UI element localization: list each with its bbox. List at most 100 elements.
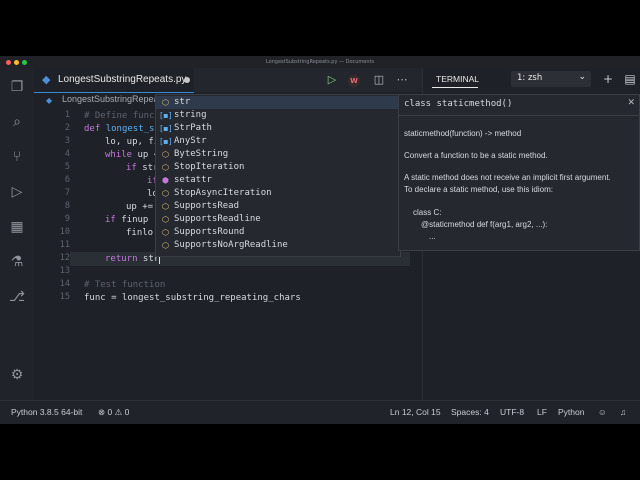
suggestion-label: SupportsReadline: [174, 214, 261, 224]
suggestion-item[interactable]: [▪] StrPath: [156, 122, 400, 135]
settings-gear-icon[interactable]: ⚙: [8, 366, 26, 384]
doc-text: @staticmethod def f(arg1, arg2, ...):: [421, 220, 548, 229]
code-line-12: return str: [105, 253, 161, 266]
suggestion-label: str: [174, 97, 191, 107]
doc-divider: [399, 115, 639, 116]
suggestion-item[interactable]: ⬡ StopAsyncIteration: [156, 187, 400, 200]
class-icon: ⬡: [162, 189, 169, 198]
keyword: if: [105, 215, 116, 225]
suggestion-item[interactable]: [▪] string: [156, 109, 400, 122]
line-number: 6: [64, 175, 70, 185]
extensions-icon[interactable]: ▦: [8, 218, 26, 236]
suggestion-item[interactable]: ⬡ SupportsRead: [156, 200, 400, 213]
more-actions-button[interactable]: ⋯: [394, 72, 410, 88]
terminal-select-value: 1: zsh: [517, 73, 543, 83]
suggestion-label: ByteString: [174, 149, 229, 159]
line-number: 14: [59, 279, 70, 289]
suggestion-item[interactable]: ⬡ SupportsReadline: [156, 213, 400, 226]
run-python-file-button[interactable]: ▷: [324, 72, 340, 88]
keyword: while: [105, 150, 133, 160]
notifications-bell-icon[interactable]: ♫: [620, 401, 626, 424]
suggestion-item[interactable]: ⬢ setattr: [156, 174, 400, 187]
activity-bar: ❐ ⌕ ⑂ ▷ ▦ ⚗ ⎇ ⚙: [0, 68, 34, 400]
split-editor-button[interactable]: ◫: [371, 72, 387, 88]
minimize-window-button[interactable]: [14, 60, 19, 65]
line-number: 12: [59, 253, 70, 263]
explorer-icon[interactable]: ❐: [8, 78, 26, 96]
line-number: 13: [59, 266, 70, 276]
language-mode[interactable]: Python: [558, 401, 584, 424]
class-icon: ⬡: [162, 163, 169, 172]
suggestion-item[interactable]: ⬡ ByteString: [156, 148, 400, 161]
end-of-line[interactable]: LF: [537, 401, 547, 424]
maximize-window-button[interactable]: [22, 60, 27, 65]
code-line-10: finlo,: [126, 228, 159, 238]
suggestion-label: StopIteration: [174, 162, 245, 172]
terminal-select[interactable]: 1: zsh ⌄: [511, 71, 591, 87]
keyword: def: [84, 124, 106, 134]
encoding[interactable]: UTF-8: [500, 401, 524, 424]
line-number: 5: [64, 162, 70, 172]
remote-explorer-icon[interactable]: ⎇: [8, 288, 26, 306]
code-line-5: if str: [126, 162, 159, 175]
search-icon[interactable]: ⌕: [8, 113, 26, 131]
line-number: 8: [64, 201, 70, 211]
keyword: return: [105, 254, 138, 264]
run-debug-icon[interactable]: ▷: [8, 183, 26, 201]
python-interpreter[interactable]: Python 3.8.5 64-bit: [11, 401, 82, 424]
active-tab-indicator: [432, 87, 478, 88]
line-number: 10: [59, 227, 70, 237]
code-line-2: def longest_su: [84, 123, 160, 136]
line-number: 3: [64, 136, 70, 146]
suggestion-label: string: [174, 110, 207, 120]
doc-text: ...: [429, 232, 436, 241]
suggestion-label: AnyStr: [174, 136, 207, 146]
line-number: 4: [64, 149, 70, 159]
breadcrumb[interactable]: LongestSubstringRepea: [62, 94, 159, 104]
suggestion-label: StopAsyncIteration: [174, 188, 272, 198]
unsaved-dot-icon[interactable]: [184, 77, 190, 83]
tab-label: LongestSubstringRepeats.py: [58, 74, 187, 85]
feedback-icon[interactable]: ☺: [598, 401, 607, 424]
code-line-14: # Test function: [84, 280, 166, 290]
chevron-down-icon: ⌄: [578, 72, 586, 82]
suggestion-item[interactable]: ⬡ StopIteration: [156, 161, 400, 174]
suggestion-label: StrPath: [174, 123, 212, 133]
close-icon[interactable]: ✕: [627, 97, 635, 108]
class-icon: ⬡: [162, 150, 169, 159]
warning-count: 0: [124, 407, 130, 417]
function-name: longest_su: [105, 124, 160, 134]
new-terminal-button[interactable]: +: [600, 71, 616, 87]
python-file-icon: ◆: [46, 96, 53, 105]
suggestion-label: SupportsNoArgReadline: [174, 240, 288, 250]
cursor-position[interactable]: Ln 12, Col 15: [390, 401, 441, 424]
w-extension-button[interactable]: W: [346, 72, 362, 88]
window-title: LongestSubstringRepeats.py — Documents: [0, 56, 640, 68]
code-lines[interactable]: # Define funct def longest_su lo, up, fi…: [84, 108, 301, 303]
suggestion-item[interactable]: ⬡ str: [156, 96, 400, 109]
w-badge: W: [348, 75, 360, 87]
doc-text: class C:: [413, 208, 442, 217]
code-line-1: # Define funct: [84, 111, 160, 121]
warning-icon: ⚠: [114, 407, 123, 417]
code-text: finup -: [115, 215, 160, 225]
tab-longest-substring-repeats[interactable]: ◆ LongestSubstringRepeats.py: [34, 68, 194, 93]
suggestion-label: setattr: [174, 175, 212, 185]
testing-icon[interactable]: ⚗: [8, 253, 26, 271]
suggestion-item[interactable]: [▪] AnyStr: [156, 135, 400, 148]
close-window-button[interactable]: [6, 60, 11, 65]
line-number: 7: [64, 188, 70, 198]
suggestion-label: SupportsRead: [174, 201, 240, 211]
suggestion-item[interactable]: ⬡ SupportsNoArgReadline: [156, 239, 400, 252]
indentation[interactable]: Spaces: 4: [451, 401, 489, 424]
function-icon: ⬢: [162, 176, 169, 185]
suggestion-item[interactable]: ⬡ SupportsRound: [156, 226, 400, 239]
problems-indicator[interactable]: ⊗ 0 ⚠ 0: [98, 401, 129, 424]
doc-text: Convert a function to be a static method…: [404, 151, 548, 160]
panel-layout-button[interactable]: ▤: [622, 71, 638, 87]
editor-tab-bar: ◆ LongestSubstringRepeats.py ▷ W ◫ ⋯: [34, 68, 422, 93]
tab-terminal[interactable]: TERMINAL: [436, 74, 479, 84]
source-control-icon[interactable]: ⑂: [8, 148, 26, 166]
error-count: 0: [107, 407, 113, 417]
doc-text: staticmethod(function) -> method: [404, 129, 522, 138]
